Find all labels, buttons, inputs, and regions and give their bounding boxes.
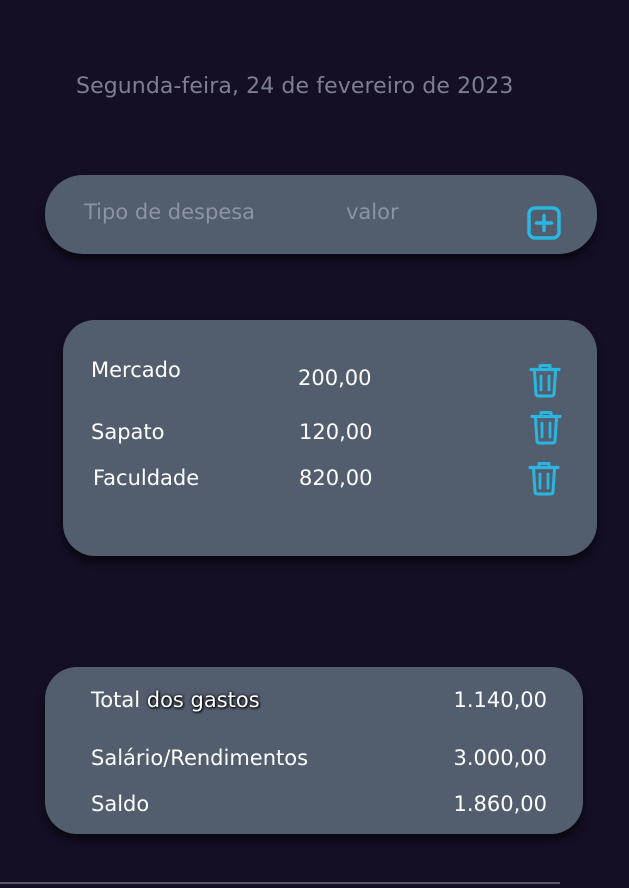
- trash-icon: [529, 364, 561, 398]
- plus-square-icon: [527, 206, 561, 240]
- balance-value: 1.860,00: [453, 792, 547, 816]
- income-value: 3.000,00: [453, 746, 547, 770]
- expense-value: 200,00: [298, 366, 372, 390]
- delete-expense-button[interactable]: [527, 460, 561, 496]
- expense-screen: { "date_label": "Segunda-feira, 24 de fe…: [0, 0, 629, 888]
- expense-name: Mercado: [91, 358, 181, 382]
- trash-icon: [530, 411, 562, 445]
- expense-type-input[interactable]: Tipo de despesa: [84, 200, 255, 224]
- delete-expense-button[interactable]: [528, 362, 562, 398]
- trash-icon: [528, 462, 560, 496]
- total-expenses-value: 1.140,00: [453, 688, 547, 712]
- balance-label: Saldo: [91, 792, 150, 816]
- income-label: Salário/Rendimentos: [91, 746, 309, 770]
- bottom-divider: [0, 882, 560, 884]
- delete-expense-button[interactable]: [529, 409, 563, 445]
- expense-value: 120,00: [299, 420, 373, 444]
- expense-name: Sapato: [91, 420, 165, 444]
- expense-list: Mercado 200,00 Sapato 120,00 Faculdade 8…: [63, 320, 597, 556]
- total-label-part: dos gastos: [146, 688, 260, 712]
- expense-input-form: Tipo de despesa valor: [45, 175, 597, 254]
- total-expenses-label: Total dos gastos: [91, 688, 260, 712]
- add-expense-button[interactable]: [526, 205, 562, 241]
- expense-value-input[interactable]: valor: [346, 200, 399, 224]
- summary-card: Total dos gastos 1.140,00 Salário/Rendim…: [45, 667, 583, 834]
- expense-value: 820,00: [299, 466, 373, 490]
- expense-name: Faculdade: [93, 466, 200, 490]
- total-label-part: Total: [91, 688, 147, 712]
- date-heading: Segunda-feira, 24 de fevereiro de 2023: [76, 74, 514, 99]
